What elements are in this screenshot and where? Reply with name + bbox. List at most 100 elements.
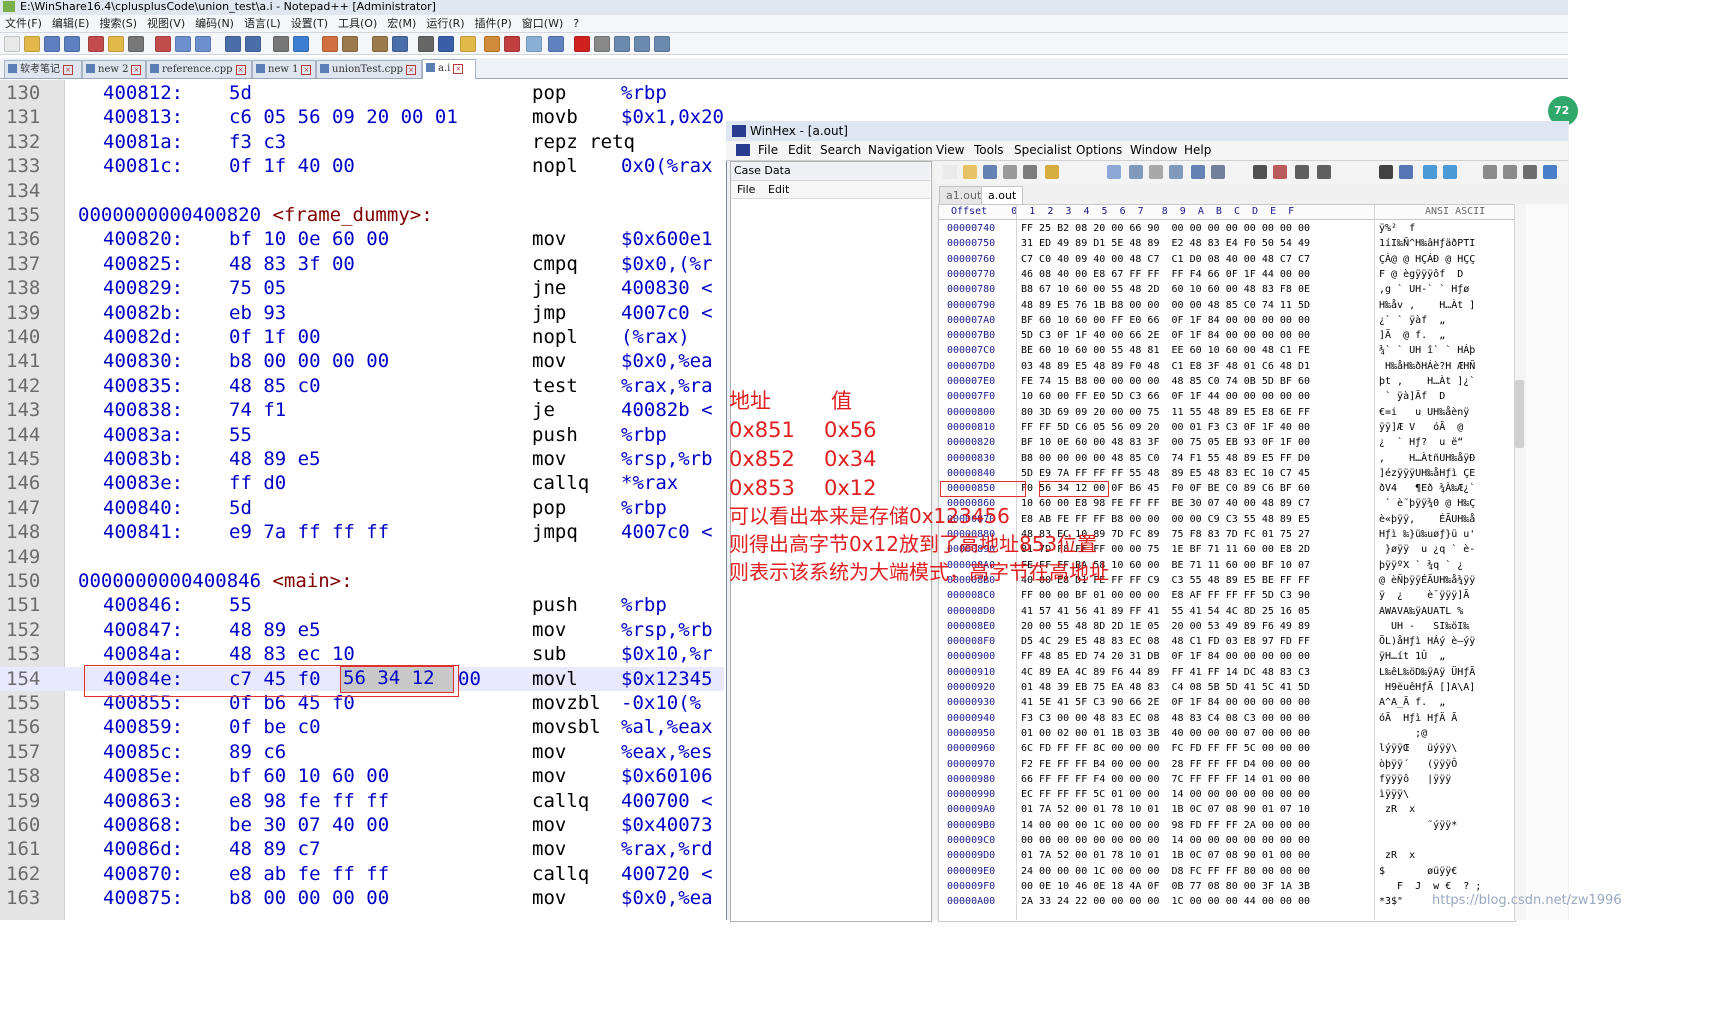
- save-all-icon[interactable]: [64, 36, 80, 52]
- hex-row[interactable]: 00000840 5D E9 7A FF FF FF 55 48 89 E5 48…: [939, 466, 1515, 481]
- monitor-icon[interactable]: [548, 36, 564, 52]
- code-line[interactable]: 142 400835: 48 85 c0 test %rax,%ra: [0, 374, 724, 398]
- notepad-menu-item[interactable]: 窗口(W): [517, 15, 568, 32]
- sync-vertical-icon[interactable]: [372, 36, 388, 52]
- case-menu-item[interactable]: Edit: [768, 181, 789, 198]
- tab-close-icon[interactable]: ×: [406, 65, 417, 75]
- code-line[interactable]: 147 400840: 5d pop %rbp: [0, 496, 724, 520]
- winhex-menu-item[interactable]: View: [936, 141, 964, 160]
- goto-offset-icon[interactable]: [1379, 165, 1393, 179]
- replace-hex-icon[interactable]: [1317, 165, 1331, 179]
- word-wrap-icon[interactable]: [418, 36, 434, 52]
- hex-row[interactable]: 000007A0 BF 60 10 60 00 FF E0 66 0F 1F 84…: [939, 313, 1515, 328]
- code-line[interactable]: 132 40081a: f3 c3 repz retq: [0, 130, 724, 154]
- goto-position-icon[interactable]: [1399, 165, 1413, 179]
- search-icon[interactable]: [1253, 165, 1267, 179]
- notepad-menu-item[interactable]: 搜索(S): [94, 15, 142, 32]
- winhex-menu-item[interactable]: Options: [1076, 141, 1122, 160]
- copy-icon[interactable]: [1129, 165, 1143, 179]
- code-line[interactable]: 163 400875: b8 00 00 00 00 mov $0x0,%ea: [0, 886, 724, 910]
- hex-row[interactable]: 000009F0 00 0E 10 46 0E 18 4A 0F 0B 77 08…: [939, 879, 1515, 894]
- code-line[interactable]: 150 0000000000400846 <main>:: [0, 569, 724, 593]
- notepad-menu-item[interactable]: 语言(L): [239, 15, 286, 32]
- tab-3[interactable]: new 1 ×: [252, 60, 316, 78]
- tab-2[interactable]: reference.cpp ×: [146, 60, 252, 78]
- code-line[interactable]: 136 400820: bf 10 0e 60 00 mov $0x600e1: [0, 227, 724, 251]
- code-line[interactable]: 138 400829: 75 05 jne 400830 <: [0, 276, 724, 300]
- code-line[interactable]: 153 40084a: 48 83 ec 10 sub $0x10,%r: [0, 642, 724, 666]
- indent-guide-icon[interactable]: [460, 36, 476, 52]
- hex-row[interactable]: 00000820 BF 10 0E 60 00 48 83 3F 00 75 05…: [939, 435, 1515, 450]
- paste-icon[interactable]: [195, 36, 211, 52]
- disk-icon[interactable]: [1483, 165, 1497, 179]
- show-all-chars-icon[interactable]: [438, 36, 454, 52]
- find-icon[interactable]: [273, 36, 289, 52]
- hex-row[interactable]: 000009E0 24 00 00 00 1C 00 00 00 D8 FC FF…: [939, 864, 1515, 879]
- replace-icon[interactable]: [293, 36, 309, 52]
- hex-row[interactable]: 00000970 F2 FE FF FF B4 00 00 00 28 FF FF…: [939, 757, 1515, 772]
- code-line[interactable]: 160 400868: be 30 07 40 00 mov $0x40073: [0, 813, 724, 837]
- hex-row[interactable]: 00000910 4C 89 EA 4C 89 F6 44 89 FF 41 FF…: [939, 665, 1515, 680]
- hex-row[interactable]: 000008C0 FF 00 00 BF 01 00 00 00 E8 AF FF…: [939, 588, 1515, 603]
- hex-row[interactable]: 000008D0 41 57 41 56 41 89 FF 41 55 41 54…: [939, 604, 1515, 619]
- zoom-in-icon[interactable]: [322, 36, 338, 52]
- hex-row[interactable]: 00000920 01 48 39 EB 75 EA 48 83 C4 08 5B…: [939, 680, 1515, 695]
- hex-row[interactable]: 00000760 C7 C0 40 09 40 00 48 C7 C1 D0 08…: [939, 252, 1515, 267]
- hex-row[interactable]: 000009C0 00 00 00 00 00 00 00 00 14 00 00…: [939, 833, 1515, 848]
- redo-icon[interactable]: [245, 36, 261, 52]
- code-line[interactable]: 148 400841: e9 7a ff ff ff jmpq 4007c0 <: [0, 520, 724, 544]
- cut-icon[interactable]: [155, 36, 171, 52]
- code-line[interactable]: 137 400825: 48 83 3f 00 cmpq $0x0,(%r: [0, 252, 724, 276]
- hex-row[interactable]: 00000A00 2A 33 24 22 00 00 00 00 1C 00 00…: [939, 894, 1515, 909]
- hex-row[interactable]: 00000790 48 89 E5 76 1B B8 00 00 00 00 48…: [939, 298, 1515, 313]
- stop-macro-icon[interactable]: [594, 36, 610, 52]
- code-line[interactable]: 157 40085c: 89 c6 mov %eax,%es: [0, 740, 724, 764]
- hex-row[interactable]: 00000870 E8 AB FE FF FF B8 00 00 00 00 C9…: [939, 512, 1515, 527]
- hex-row[interactable]: 000007E0 FE 74 15 B8 00 00 00 00 48 85 C0…: [939, 374, 1515, 389]
- tab-close-icon[interactable]: ×: [63, 65, 73, 75]
- close-icon[interactable]: [88, 36, 104, 52]
- play-macro-icon[interactable]: [614, 36, 630, 52]
- hex-vertical-scrollbar[interactable]: [1514, 204, 1526, 920]
- undo-icon[interactable]: [1107, 165, 1121, 179]
- code-line[interactable]: 130 400812: 5d pop %rbp: [0, 81, 724, 105]
- hex-row[interactable]: 00000770 46 08 40 00 E8 67 FF FF FF F4 66…: [939, 267, 1515, 282]
- function-list-icon[interactable]: [504, 36, 520, 52]
- hex-row[interactable]: 00000930 41 5E 41 5F C3 90 66 2E 0F 1F 84…: [939, 695, 1515, 710]
- save-icon[interactable]: [44, 36, 60, 52]
- code-line[interactable]: 162 400870: e8 ab fe ff ff callq 400720 <: [0, 862, 724, 886]
- code-line[interactable]: 149: [0, 545, 724, 569]
- hex-row[interactable]: 00000750 31 ED 49 89 D1 5E 48 89 E2 48 83…: [939, 236, 1515, 251]
- code-line[interactable]: 152 400847: 48 89 e5 mov %rsp,%rb: [0, 618, 724, 642]
- save-macro-icon[interactable]: [654, 36, 670, 52]
- new-icon[interactable]: [943, 165, 957, 179]
- language-icon[interactable]: [484, 36, 500, 52]
- code-line[interactable]: 159 400863: e8 98 fe ff ff callq 400700 <: [0, 789, 724, 813]
- hex-row[interactable]: 00000810 FF FF 5D C6 05 56 09 20 00 01 F3…: [939, 420, 1515, 435]
- code-line[interactable]: 141 400830: b8 00 00 00 00 mov $0x0,%ea: [0, 349, 724, 373]
- notepad-menu-item[interactable]: 宏(M): [382, 15, 421, 32]
- undo-icon[interactable]: [225, 36, 241, 52]
- export-icon[interactable]: [1045, 165, 1059, 179]
- hex-row[interactable]: 000007F0 10 60 00 FF E0 5D C3 66 0F 1F 44…: [939, 389, 1515, 404]
- folder-workspace-icon[interactable]: [526, 36, 542, 52]
- code-line[interactable]: 145 40083b: 48 89 e5 mov %rsp,%rb: [0, 447, 724, 471]
- code-line[interactable]: 131 400813: c6 05 56 09 20 00 01 movb $0x1,0…: [0, 105, 724, 129]
- code-line[interactable]: 135 0000000000400820 <frame_dummy>:: [0, 203, 724, 227]
- code-line[interactable]: 146 40083e: ff d0 callq *%rax: [0, 471, 724, 495]
- winhex-menu-item[interactable]: Help: [1184, 141, 1211, 160]
- hex-row[interactable]: 00000830 B8 00 00 00 00 48 85 C0 74 F1 55…: [939, 451, 1515, 466]
- code-line[interactable]: 133 40081c: 0f 1f 40 00 nopl 0x0(%rax: [0, 154, 724, 178]
- hex-row[interactable]: 00000990 EC FF FF FF 5C 01 00 00 14 00 00…: [939, 787, 1515, 802]
- run-macro-icon[interactable]: [634, 36, 650, 52]
- calc-icon[interactable]: [1543, 165, 1557, 179]
- notepad-menu-item[interactable]: 编码(N): [190, 15, 239, 32]
- hex-row[interactable]: 00000940 F3 C3 00 00 48 83 EC 08 48 83 C4…: [939, 711, 1515, 726]
- hex-row[interactable]: 000009B0 14 00 00 00 1C 00 00 00 98 FD FF…: [939, 818, 1515, 833]
- tool-icon[interactable]: [1523, 165, 1537, 179]
- notepad-menu-item[interactable]: 设置(T): [286, 15, 333, 32]
- winhex-menu-item[interactable]: Edit: [788, 141, 811, 160]
- notepad-menu-item[interactable]: 工具(O): [333, 15, 382, 32]
- open-icon[interactable]: [963, 165, 977, 179]
- notepad-menu-item[interactable]: 编辑(E): [47, 15, 95, 32]
